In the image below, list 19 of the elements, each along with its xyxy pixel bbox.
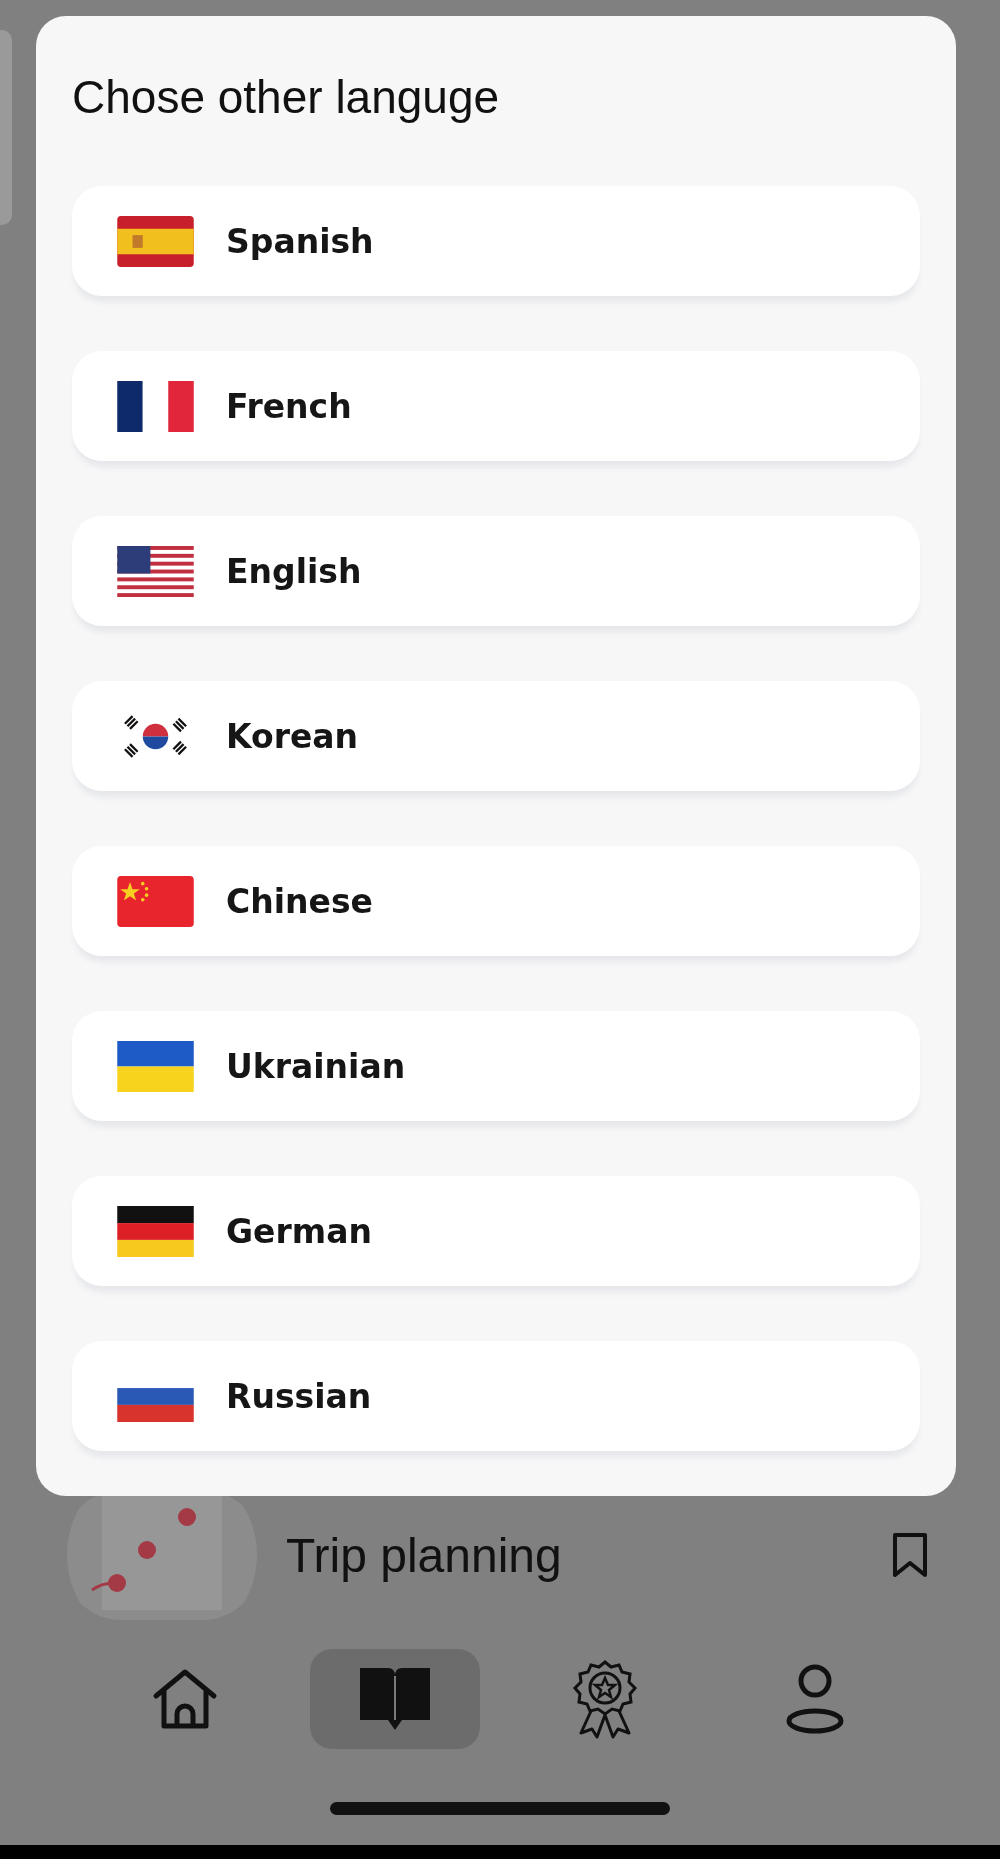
language-option[interactable]: Spanish — [72, 186, 920, 296]
flag-icon — [117, 380, 194, 432]
flag-icon — [117, 875, 194, 927]
language-option[interactable]: English — [72, 516, 920, 626]
nav-tab[interactable] — [310, 1649, 480, 1749]
dialog-title: Chose other languge — [72, 70, 501, 124]
language-option[interactable]: French — [72, 351, 920, 461]
profile-icon — [785, 1663, 845, 1735]
language-option[interactable]: Korean — [72, 681, 920, 791]
card-title: Trip planning — [286, 1527, 563, 1583]
flag-icon — [117, 215, 194, 267]
language-option[interactable]: Ukrainian — [72, 1011, 920, 1121]
flag-icon — [117, 545, 194, 597]
flag-icon — [117, 1205, 194, 1257]
language-option[interactable]: Russian — [72, 1341, 920, 1451]
language-option[interactable]: Chinese — [72, 846, 920, 956]
flag-icon — [117, 1040, 194, 1092]
language-option[interactable]: German — [72, 1176, 920, 1286]
bookmark-icon[interactable] — [890, 1532, 930, 1578]
